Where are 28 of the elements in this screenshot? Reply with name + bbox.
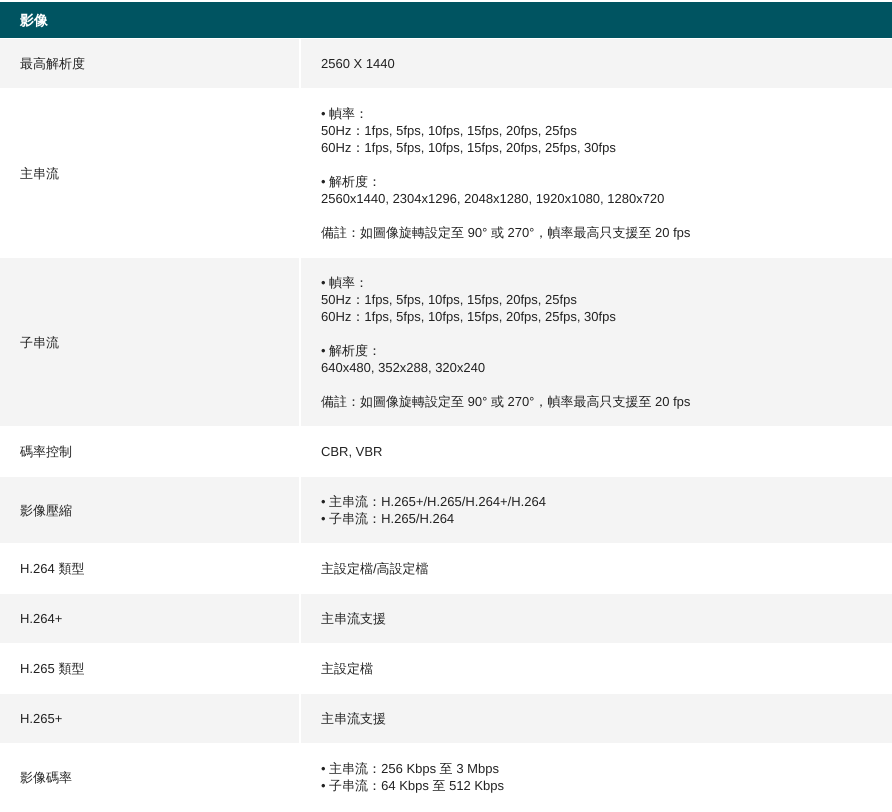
spec-value: • 解析度： <box>321 174 382 189</box>
spec-value: 640x480, 352x288, 320x240 <box>321 360 486 375</box>
spec-value: • 子串流：64 Kbps 至 512 Kbps <box>321 778 504 793</box>
spec-value: • 主串流：256 Kbps 至 3 Mbps <box>321 761 499 776</box>
spec-value: 60Hz：1fps, 5fps, 10fps, 15fps, 20fps, 25fps, 30fps <box>321 140 616 155</box>
spec-value: 備註：如圖像旋轉設定至 90° 或 270°，幀率最高只支援至 20 fps <box>321 394 690 409</box>
spec-value: 60Hz：1fps, 5fps, 10fps, 15fps, 20fps, 25fps, 30fps <box>321 309 616 324</box>
spec-value: CBR, VBR <box>321 444 382 459</box>
spec-value: 2560x1440, 2304x1296, 2048x1280, 1920x1080, 1280x720 <box>321 191 664 206</box>
spec-value: • 幀率： <box>321 275 368 290</box>
spec-value: • 主串流：H.265+/H.265/H.264+/H.264 <box>321 494 546 509</box>
spec-value: 備註：如圖像旋轉設定至 90° 或 270°，幀率最高只支援至 20 fps <box>321 225 690 240</box>
spec-value: 主設定檔/高設定檔 <box>321 561 429 576</box>
section-header: 影像 <box>0 2 892 38</box>
spec-value: 主串流支援 <box>321 711 386 726</box>
spec-label: H.265+ <box>0 694 299 743</box>
spec-value: 50Hz：1fps, 5fps, 10fps, 15fps, 20fps, 25fps <box>321 123 577 138</box>
spec-value: • 幀率： <box>321 106 368 121</box>
spec-label: 子串流 <box>0 258 299 426</box>
spec-value: 主設定檔 <box>321 661 373 676</box>
spec-label: H.264+ <box>0 594 299 643</box>
spec-label: 影像壓縮 <box>0 477 299 543</box>
spec-value: 2560 X 1440 <box>321 56 395 71</box>
spec-value: 主串流支援 <box>321 611 386 626</box>
spec-value: 50Hz：1fps, 5fps, 10fps, 15fps, 20fps, 25fps <box>321 292 577 307</box>
spec-value: • 子串流：H.265/H.264 <box>321 511 454 526</box>
spec-label: 最高解析度 <box>0 39 299 88</box>
spec-value: • 解析度： <box>321 343 382 358</box>
